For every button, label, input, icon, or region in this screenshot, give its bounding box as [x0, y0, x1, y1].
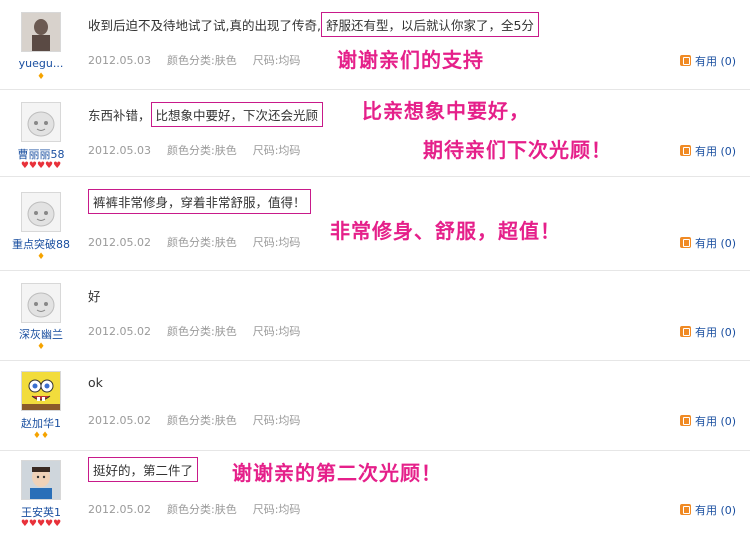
useful-label: 有用 [695, 504, 717, 517]
seller-annotation: 非常修身、舒服，超值！ [330, 219, 561, 243]
level-badge-icon: ♦♦ [32, 431, 50, 441]
seller-annotation: 谢谢亲们的支持 [337, 48, 484, 72]
thumb-up-icon [680, 326, 691, 337]
avatar[interactable] [21, 12, 61, 52]
username[interactable]: 重点突破88 [0, 236, 82, 252]
thumb-up-icon [680, 55, 691, 66]
review-text: 裤裤非常修身，穿着非常舒服，值得！ [88, 189, 311, 214]
useful-label: 有用 [695, 145, 717, 158]
review-row: 曹丽丽58 ♥♥♥♥♥ 东西补错， 比想象中要好，下次还会光顾 2012.05.0… [0, 90, 750, 177]
review-text-highlight: 裤裤非常修身，穿着非常舒服，值得！ [88, 189, 311, 214]
review-text: 挺好的，第二件了 [88, 457, 199, 482]
review-date: 2012.05.02 [88, 503, 151, 516]
avatar[interactable] [21, 283, 61, 323]
review-color: 颜色分类:肤色 [166, 236, 237, 249]
level-badge-icon: ♦ [36, 72, 46, 82]
seller-annotation: 谢谢亲的第二次光顾！ [232, 461, 442, 485]
username[interactable]: 王安英1 [0, 504, 82, 520]
review-size: 尺码:均码 [252, 54, 301, 67]
review-size: 尺码:均码 [252, 503, 301, 516]
review-meta: 2012.05.03 颜色分类:肤色 尺码:均码 [88, 142, 316, 158]
review-text: 好 [88, 286, 101, 305]
review-row: 王安英1 ♥♥♥♥♥ 挺好的，第二件了 2012.05.02 颜色分类:肤色 尺码:… [0, 451, 750, 536]
review-color: 颜色分类:肤色 [166, 144, 237, 157]
review-text-highlight: 比想象中要好，下次还会光顾 [150, 102, 324, 127]
useful-count: (0) [720, 237, 737, 250]
useful-button[interactable]: 有用 (0) [680, 143, 736, 159]
review-text-highlight: 舒服还有型，以后就认你家了，全5分 [320, 12, 539, 37]
avatar[interactable] [21, 102, 61, 142]
review-text-plain: 收到后迫不及待地试了试,真的出现了传奇, [88, 18, 321, 33]
thumb-up-icon [680, 504, 691, 515]
useful-button[interactable]: 有用 (0) [680, 53, 736, 69]
review-row: 重点突破88 ♦ 裤裤非常修身，穿着非常舒服，值得！ 2012.05.02 颜色分… [0, 177, 750, 271]
review-meta: 2012.05.02 颜色分类:肤色 尺码:均码 [88, 323, 316, 339]
seller-annotation: 期待亲们下次光顾！ [423, 138, 612, 162]
thumb-up-icon [680, 145, 691, 156]
review-size: 尺码:均码 [252, 414, 301, 427]
review-color: 颜色分类:肤色 [166, 325, 237, 338]
level-badge-icon: ♦ [36, 342, 46, 352]
level-badge-icon: ♥♥♥♥♥ [20, 161, 62, 171]
username[interactable]: yuegu... [0, 57, 82, 70]
useful-button[interactable]: 有用 (0) [680, 413, 736, 429]
useful-count: (0) [720, 145, 737, 158]
review-date: 2012.05.02 [88, 414, 151, 427]
review-size: 尺码:均码 [252, 144, 301, 157]
review-size: 尺码:均码 [252, 325, 301, 338]
review-text-plain: 东西补错， [88, 108, 151, 123]
useful-count: (0) [720, 326, 737, 339]
avatar[interactable] [21, 371, 61, 411]
seller-annotation: 比亲想象中要好， [362, 99, 530, 123]
username[interactable]: 深灰幽兰 [0, 326, 82, 342]
review-size: 尺码:均码 [252, 236, 301, 249]
review-text-plain: 好 [88, 289, 101, 304]
useful-button[interactable]: 有用 (0) [680, 502, 736, 518]
review-text: 东西补错， 比想象中要好，下次还会光顾 [88, 102, 324, 127]
useful-label: 有用 [695, 326, 717, 339]
review-date: 2012.05.03 [88, 54, 151, 67]
review-meta: 2012.05.02 颜色分类:肤色 尺码:均码 [88, 412, 316, 428]
review-color: 颜色分类:肤色 [166, 414, 237, 427]
useful-button[interactable]: 有用 (0) [680, 235, 736, 251]
review-row: yuegu... ♦ 收到后迫不及待地试了试,真的出现了传奇, 舒服还有型，以后就… [0, 0, 750, 90]
useful-count: (0) [720, 415, 737, 428]
useful-label: 有用 [695, 237, 717, 250]
thumb-up-icon [680, 237, 691, 248]
username[interactable]: 赵加华1 [0, 415, 82, 431]
review-color: 颜色分类:肤色 [166, 503, 237, 516]
review-color: 颜色分类:肤色 [166, 54, 237, 67]
review-meta: 2012.05.02 颜色分类:肤色 尺码:均码 [88, 234, 316, 250]
username[interactable]: 曹丽丽58 [0, 146, 82, 162]
level-badge-icon: ♦ [36, 252, 46, 262]
thumb-up-icon [680, 415, 691, 426]
review-meta: 2012.05.02 颜色分类:肤色 尺码:均码 [88, 501, 316, 517]
review-row: 赵加华1 ♦♦ ok 2012.05.02 颜色分类:肤色 尺码:均码 有用 (0) [0, 361, 750, 451]
review-text-plain: ok [88, 375, 103, 390]
useful-count: (0) [720, 504, 737, 517]
useful-label: 有用 [695, 415, 717, 428]
review-date: 2012.05.02 [88, 325, 151, 338]
review-text: 收到后迫不及待地试了试,真的出现了传奇, 舒服还有型，以后就认你家了，全5分 [88, 12, 539, 37]
review-row: 深灰幽兰 ♦ 好 2012.05.02 颜色分类:肤色 尺码:均码 有用 (0) [0, 271, 750, 361]
review-text-highlight: 挺好的，第二件了 [88, 457, 199, 482]
review-meta: 2012.05.03 颜色分类:肤色 尺码:均码 [88, 52, 316, 68]
review-date: 2012.05.03 [88, 144, 151, 157]
level-badge-icon: ♥♥♥♥♥ [20, 519, 62, 529]
useful-label: 有用 [695, 55, 717, 68]
useful-count: (0) [720, 55, 737, 68]
useful-button[interactable]: 有用 (0) [680, 324, 736, 340]
avatar[interactable] [21, 460, 61, 500]
review-text: ok [88, 375, 103, 390]
avatar[interactable] [21, 192, 61, 232]
review-date: 2012.05.02 [88, 236, 151, 249]
